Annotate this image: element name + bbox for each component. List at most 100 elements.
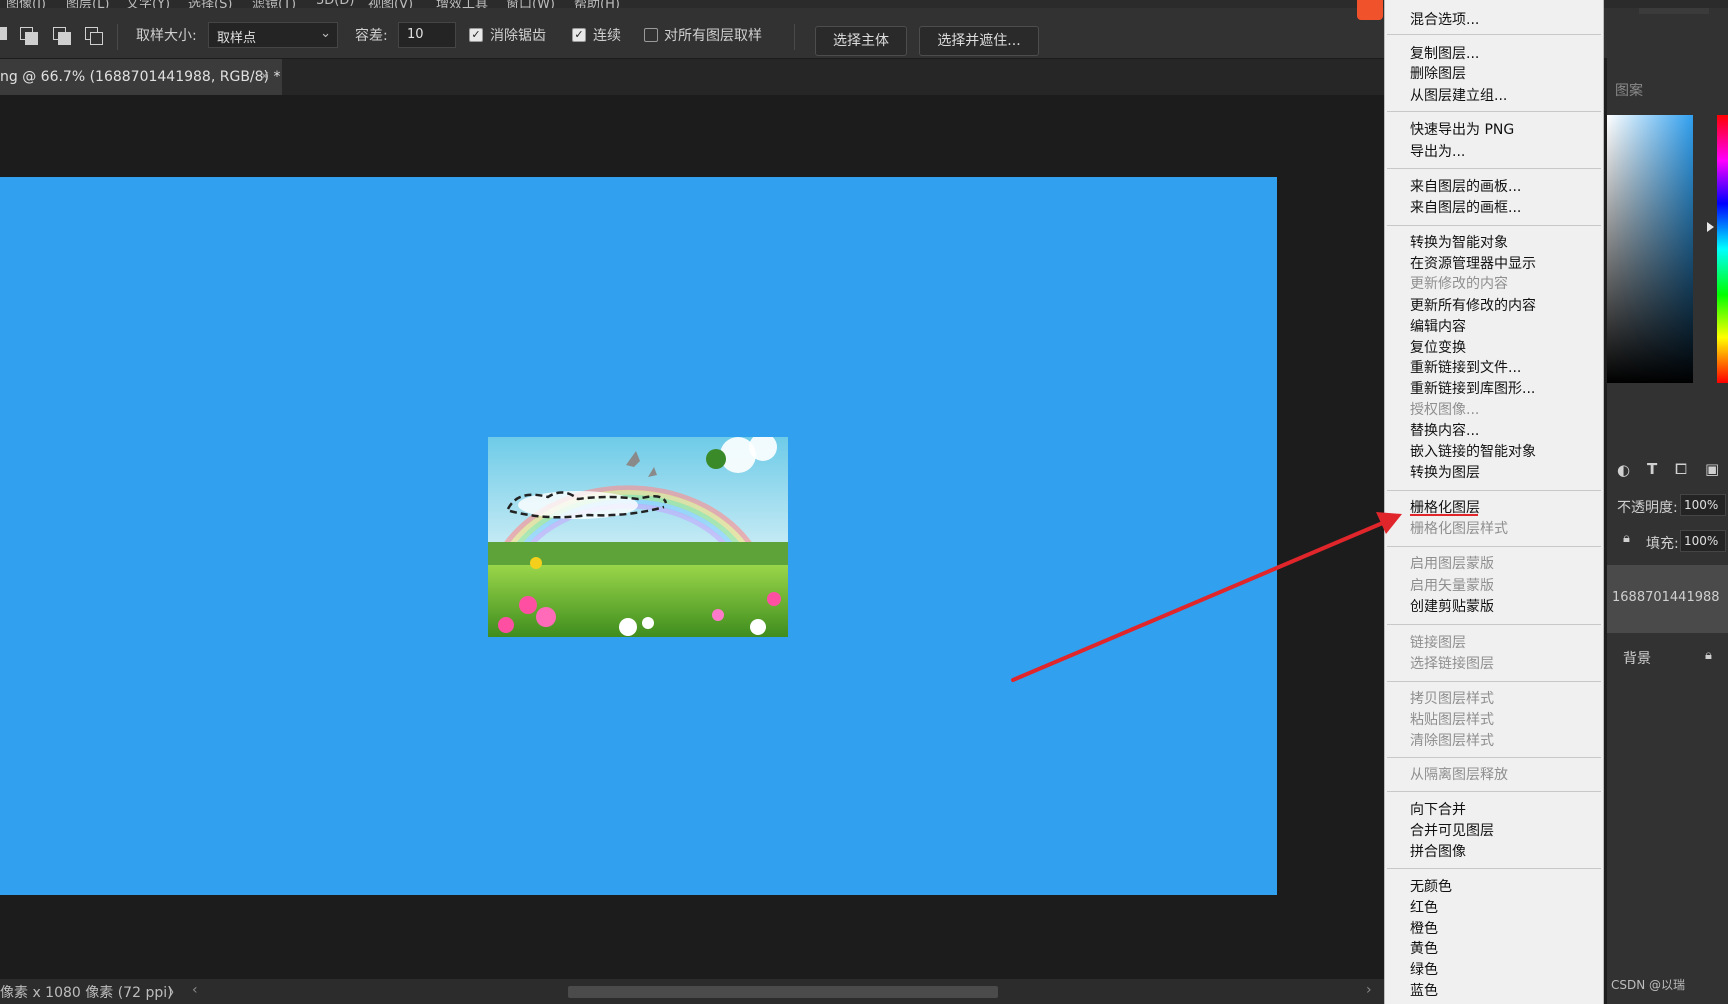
sample-size-label: 取样大小: <box>136 28 197 44</box>
menu-item-blending-options[interactable]: 混合选项... <box>1410 9 1479 29</box>
menu-item-color-blue[interactable]: 蓝色 <box>1410 980 1438 1000</box>
scroll-right-arrow[interactable]: › <box>1366 982 1372 998</box>
antialias-checkbox[interactable]: ✓ <box>469 28 483 42</box>
document-info: 像素 x 1080 像素 (72 ppi) <box>0 985 173 1001</box>
close-icon[interactable]: × <box>259 59 270 95</box>
scroll-left-arrow[interactable]: ‹ <box>192 982 198 998</box>
menu-separator <box>1387 791 1601 792</box>
menu-separator <box>1387 168 1601 169</box>
app-logo-icon <box>1357 0 1383 20</box>
menu-item-reset-transform[interactable]: 复位变换 <box>1410 337 1466 357</box>
menu-item-group-from-layers[interactable]: 从图层建立组... <box>1410 85 1507 105</box>
opacity-input[interactable]: 100% <box>1680 494 1726 516</box>
menu-plugins[interactable]: 增效工具 <box>436 0 488 8</box>
fill-label: 填充: <box>1646 536 1679 552</box>
hue-slider[interactable] <box>1717 115 1728 383</box>
tolerance-value: 10 <box>407 27 424 42</box>
status-menu-arrow[interactable]: 〉 <box>168 982 181 1001</box>
menu-item-edit-contents[interactable]: 编辑内容 <box>1410 316 1466 336</box>
menu-item-frame-from-layers[interactable]: 来自图层的画框... <box>1410 197 1521 217</box>
menu-item-merge-visible[interactable]: 合并可见图层 <box>1410 820 1494 840</box>
menu-item-update-modified-content: 更新修改的内容 <box>1410 276 1508 292</box>
menu-item-replace-contents[interactable]: 替换内容... <box>1410 420 1479 440</box>
menu-item-color-red[interactable]: 红色 <box>1410 897 1438 917</box>
menu-item-relink-to-file[interactable]: 重新链接到文件... <box>1410 357 1521 377</box>
layer-context-menu: 混合选项... 复制图层... 删除图层 从图层建立组... 快速导出为 PNG… <box>1384 0 1604 1004</box>
menu-item-paste-layer-style: 粘贴图层样式 <box>1410 712 1494 728</box>
shape-layer-filter-icon[interactable]: ⧠ <box>1675 460 1687 478</box>
document-tab-bar: ng @ 66.7% (1688701441988, RGB/8) * × <box>0 59 1390 95</box>
document-tab[interactable]: ng @ 66.7% (1688701441988, RGB/8) * × <box>0 59 282 95</box>
menu-item-color-orange[interactable]: 橙色 <box>1410 918 1438 938</box>
selection-mode-add-icon[interactable] <box>20 27 38 45</box>
menu-item-merge-down[interactable]: 向下合并 <box>1410 799 1466 819</box>
menu-select[interactable]: 选择(S) <box>188 0 232 8</box>
layer-row[interactable]: 背景 🔒︎ <box>1607 638 1728 678</box>
selection-mode-intersect-icon[interactable] <box>85 27 103 45</box>
fill-input[interactable]: 100% <box>1680 530 1726 552</box>
contiguous-checkbox[interactable]: ✓ <box>572 28 586 42</box>
opacity-label: 不透明度: <box>1617 500 1678 516</box>
menu-filter[interactable]: 滤镜(T) <box>252 0 296 8</box>
select-subject-button[interactable]: 选择主体 <box>815 26 907 56</box>
menu-help[interactable]: 帮助(H) <box>574 0 620 8</box>
smart-object-filter-icon[interactable]: ▣ <box>1705 460 1719 478</box>
menu-item-release-from-isolation: 从隔离图层释放 <box>1410 767 1508 783</box>
opacity-value: 100% <box>1684 498 1719 512</box>
sample-all-layers-label: 对所有图层取样 <box>664 28 762 44</box>
window-controls[interactable] <box>1639 8 1709 14</box>
menu-item-link-layers: 链接图层 <box>1410 635 1466 651</box>
menu-item-show-in-explorer[interactable]: 在资源管理器中显示 <box>1410 253 1536 273</box>
document-tab-title: ng @ 66.7% (1688701441988, RGB/8) * <box>0 69 281 85</box>
select-and-mask-button[interactable]: 选择并遮住... <box>919 26 1039 56</box>
menu-item-quick-export-png[interactable]: 快速导出为 PNG <box>1410 119 1514 139</box>
menu-item-clear-layer-style: 清除图层样式 <box>1410 733 1494 749</box>
contiguous-label: 连续 <box>593 28 621 44</box>
tolerance-input[interactable]: 10 <box>398 22 456 48</box>
menu-item-delete-layer[interactable]: 删除图层 <box>1410 63 1466 83</box>
watermark-text: CSDN @以瑞 <box>1611 978 1686 992</box>
selection-mode-subtract-icon[interactable] <box>53 27 71 45</box>
menu-separator <box>1387 225 1601 226</box>
tab-patterns[interactable]: 图案 <box>1615 80 1643 100</box>
menu-item-convert-to-smart-object[interactable]: 转换为智能对象 <box>1410 232 1508 252</box>
menu-item-artboard-from-layers[interactable]: 来自图层的画板... <box>1410 176 1521 196</box>
adjustment-layer-filter-icon[interactable]: ◐ <box>1617 461 1630 479</box>
antialias-label: 消除锯齿 <box>490 28 546 44</box>
menu-item-embed-linked[interactable]: 嵌入链接的智能对象 <box>1410 441 1536 461</box>
menu-item-create-clipping-mask[interactable]: 创建剪贴蒙版 <box>1410 596 1494 616</box>
tolerance-label: 容差: <box>355 28 388 44</box>
menu-3d[interactable]: 3D(D) <box>316 0 354 8</box>
type-layer-filter-icon[interactable]: T <box>1647 460 1657 478</box>
menu-item-relink-to-library-graphic[interactable]: 重新链接到库图形... <box>1410 378 1535 398</box>
sample-all-layers-checkbox[interactable] <box>644 28 658 42</box>
menu-separator <box>1387 868 1601 869</box>
menu-layer[interactable]: 图层(L) <box>66 0 109 8</box>
divider <box>117 24 118 50</box>
layer-name: 1688701441988 <box>1612 590 1720 605</box>
color-picker-field[interactable] <box>1607 115 1693 383</box>
menu-item-duplicate-layer[interactable]: 复制图层... <box>1410 43 1479 63</box>
menu-type[interactable]: 文字(Y) <box>126 0 170 8</box>
menu-item-update-all-modified-content[interactable]: 更新所有修改的内容 <box>1410 295 1536 315</box>
menu-item-license-image: 授权图像... <box>1410 402 1480 418</box>
highlight-underline <box>1410 514 1478 516</box>
placed-landscape-image[interactable] <box>488 437 788 637</box>
menu-view[interactable]: 视图(V) <box>368 0 413 8</box>
layer-row-selected[interactable]: 1688701441988 <box>1607 565 1728 633</box>
hue-slider-marker[interactable] <box>1707 222 1714 232</box>
menu-item-copy-layer-style: 拷贝图层样式 <box>1410 691 1494 707</box>
menu-image[interactable]: 图像(I) <box>6 0 46 8</box>
selection-mode-new-icon[interactable] <box>0 27 10 43</box>
menu-item-color-yellow[interactable]: 黄色 <box>1410 938 1438 958</box>
menu-window[interactable]: 窗口(W) <box>506 0 555 8</box>
lock-all-icon[interactable]: 🔒︎ <box>1623 531 1630 546</box>
menu-item-color-none[interactable]: 无颜色 <box>1410 876 1452 896</box>
sample-size-select[interactable]: 取样点 ⌄ <box>208 22 338 48</box>
menu-item-enable-layer-mask: 启用图层蒙版 <box>1410 556 1494 572</box>
horizontal-scrollbar[interactable] <box>568 986 998 998</box>
menu-item-color-green[interactable]: 绿色 <box>1410 959 1438 979</box>
menu-item-flatten-image[interactable]: 拼合图像 <box>1410 841 1466 861</box>
menu-item-export-as[interactable]: 导出为... <box>1410 141 1465 161</box>
menu-item-convert-to-layers[interactable]: 转换为图层 <box>1410 462 1480 482</box>
